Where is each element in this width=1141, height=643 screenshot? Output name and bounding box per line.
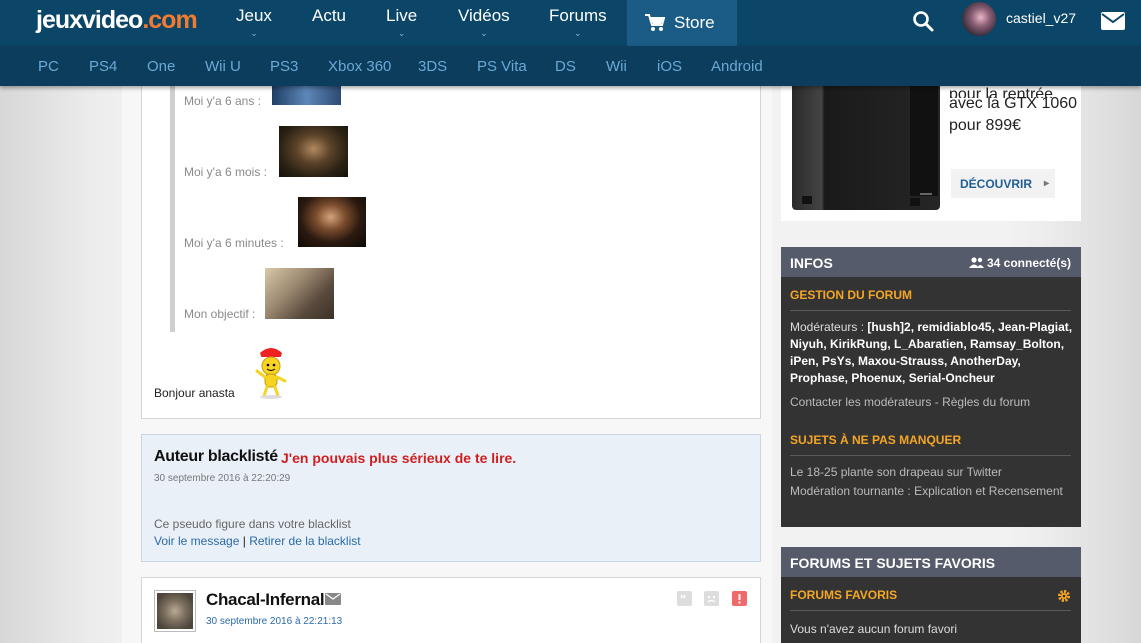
chevron-down-icon: ⌄: [397, 28, 406, 38]
forum-post: [141, 577, 761, 643]
quote-icon[interactable]: ": [677, 591, 692, 607]
quote-line: Mon objectif :: [184, 307, 256, 321]
quote-image-3[interactable]: [298, 197, 366, 247]
users-icon: [968, 257, 984, 268]
promo-text: avec la GTX 1060: [949, 95, 1078, 112]
nav-actu[interactable]: Actu: [312, 0, 346, 46]
section-title: FORUMS FAVORIS: [790, 588, 898, 602]
avatar[interactable]: [962, 2, 996, 36]
discover-button[interactable]: DÉCOUVRIR ▸: [951, 169, 1055, 198]
quote-image-1[interactable]: [272, 86, 341, 105]
platform-3ds[interactable]: 3DS: [418, 58, 447, 75]
platform-wii[interactable]: Wii: [606, 58, 627, 75]
quote-line: Moi y'a 6 minutes :: [184, 236, 284, 250]
blacklist-message: Ce pseudo figure dans votre blacklist: [154, 517, 351, 531]
chevron-down-icon: ⌄: [480, 28, 488, 38]
nav-live[interactable]: Live ⌄: [386, 0, 417, 46]
empty-favorites: Vous n'avez aucun forum favori: [790, 622, 958, 636]
smiley-icon: [255, 348, 287, 399]
site-logo[interactable]: jeuxvideo.com: [36, 6, 198, 35]
report-icon[interactable]: [732, 591, 747, 606]
platform-ps4[interactable]: PS4: [89, 58, 117, 75]
post-author[interactable]: Chacal-Infernal: [206, 590, 325, 610]
chevron-right-icon: ▸: [1043, 178, 1049, 189]
platform-wiiu[interactable]: Wii U: [205, 58, 241, 75]
moderators-list: Modérateurs : [hush]2, remidiablo45, Jea…: [790, 320, 1073, 385]
topic-link[interactable]: Modération tournante : Explication et Re…: [790, 484, 1075, 498]
quote-line: Moi y'a 6 ans :: [184, 94, 261, 108]
quote-image-2[interactable]: [279, 126, 348, 177]
divider: [790, 455, 1071, 456]
avatar[interactable]: [154, 590, 196, 632]
quote-bar: [170, 86, 175, 332]
blacklist-actions: Voir le message | Retirer de la blacklis…: [154, 534, 361, 548]
search-icon[interactable]: [912, 10, 934, 32]
platform-ps3[interactable]: PS3: [270, 58, 298, 75]
platform-ds[interactable]: DS: [555, 58, 576, 75]
quote-image-4[interactable]: [265, 268, 334, 319]
mail-icon[interactable]: [1101, 12, 1125, 30]
pc-case-image[interactable]: [792, 86, 940, 210]
username[interactable]: castiel_v27: [1006, 10, 1076, 26]
section-title: GESTION DU FORUM: [790, 288, 912, 302]
platform-xbox360[interactable]: Xbox 360: [328, 58, 391, 75]
cart-icon: [645, 14, 665, 31]
favorites-panel: FORUMS ET SUJETS FAVORIS FORUMS FAVORIS …: [781, 547, 1081, 643]
nav-videos[interactable]: Vidéos ⌄: [458, 0, 510, 46]
view-message-link[interactable]: Voir le message: [154, 534, 239, 548]
remove-blacklist-link[interactable]: Retirer de la blacklist: [249, 534, 360, 548]
post-author: Auteur blacklisté: [154, 448, 278, 465]
nav-jeux[interactable]: Jeux ⌄: [236, 0, 272, 46]
platform-android[interactable]: Android: [711, 58, 763, 75]
section-title: SUJETS À NE PAS MANQUER: [790, 433, 962, 447]
post-date[interactable]: 30 septembre 2016 à 22:21:13: [206, 616, 342, 627]
contact-moderators-link[interactable]: Contacter les modérateurs: [790, 395, 931, 409]
sad-face-icon[interactable]: [704, 591, 719, 606]
post-date: 30 septembre 2016 à 22:20:29: [154, 473, 291, 484]
divider: [790, 610, 1071, 611]
platform-psvita[interactable]: PS Vita: [477, 58, 527, 75]
panel-header: INFOS 34 connecté(s): [781, 247, 1081, 277]
svg-text:": ": [680, 592, 686, 606]
quote-line: Moi y'a 6 mois :: [184, 165, 267, 179]
panel-header: FORUMS ET SUJETS FAVORIS: [781, 547, 1081, 577]
platform-bar: PC PS4 One Wii U PS3 Xbox 360 3DS PS Vit…: [0, 46, 1141, 86]
nav-store[interactable]: Store: [627, 0, 737, 46]
blacklist-remark: J'en pouvais plus sérieux de te lire.: [281, 450, 517, 466]
promo-text: pour 899€: [949, 117, 1022, 134]
infos-panel: INFOS 34 connecté(s) GESTION DU FORUM Mo…: [781, 247, 1081, 527]
forum-rules-link[interactable]: Règles du forum: [942, 395, 1030, 409]
mail-icon[interactable]: [325, 593, 341, 605]
nav-forums[interactable]: Forums ⌄: [549, 0, 607, 46]
post-text: Bonjour anasta: [154, 386, 235, 400]
chevron-down-icon: ⌄: [250, 28, 258, 38]
top-header: jeuxvideo.com Jeux ⌄ Actu Live ⌄ Vidéos …: [0, 0, 1141, 46]
topic-link[interactable]: Le 18-25 plante son drapeau sur Twitter: [790, 464, 1075, 481]
connected-count: 34 connecté(s): [968, 256, 1071, 270]
divider: [790, 310, 1071, 311]
platform-ios[interactable]: iOS: [657, 58, 682, 75]
chevron-down-icon: ⌄: [574, 28, 582, 38]
platform-pc[interactable]: PC: [38, 58, 59, 75]
moderation-links: Contacter les modérateurs - Règles du fo…: [790, 395, 1031, 409]
forum-post: [141, 86, 761, 419]
platform-one[interactable]: One: [147, 58, 175, 75]
gear-icon[interactable]: [1057, 589, 1071, 603]
